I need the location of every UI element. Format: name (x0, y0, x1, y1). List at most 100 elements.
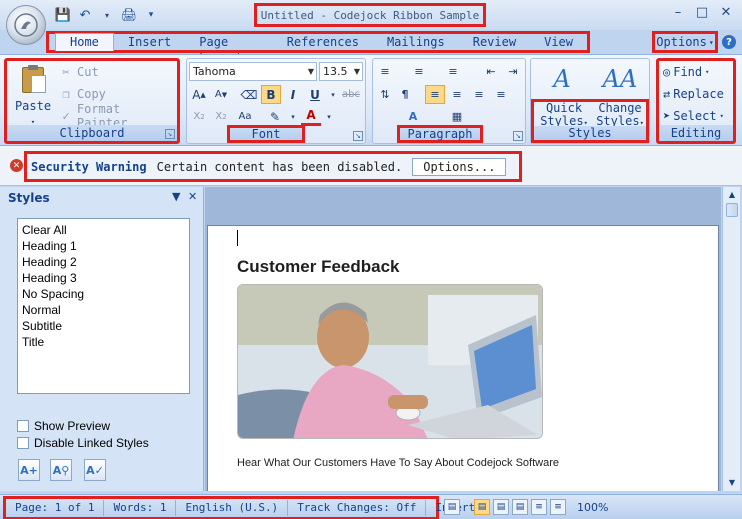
borders-icon[interactable]: ▦ (447, 107, 467, 126)
replace-button[interactable]: ⇄ Replace (663, 85, 724, 103)
language-status[interactable]: English (U.S.) (176, 500, 289, 516)
help-icon[interactable]: ? (722, 35, 736, 49)
security-options-button[interactable]: Options... (412, 157, 507, 176)
dialog-launcher-icon[interactable]: ↘ (353, 131, 363, 141)
print-icon[interactable]: 🖨 (120, 6, 138, 24)
italic-button[interactable]: I (283, 85, 303, 104)
font-color-icon[interactable]: A (301, 107, 321, 126)
undo-icon[interactable]: ↶ (76, 6, 94, 24)
full-screen-reading-icon[interactable]: ▤ (493, 499, 509, 515)
font-group: Tahoma ▼ 13.5 ▼ A ▲ A ▼ ⌫ B I U ▾ abc X2 X… (186, 58, 366, 144)
maximize-icon[interactable]: □ (694, 4, 710, 20)
decrease-indent-icon[interactable]: ⇤ (481, 62, 501, 81)
macro-recorder-icon[interactable]: ▤ (444, 499, 460, 515)
application-button[interactable] (6, 5, 46, 45)
cut-button[interactable]: ✂ Cut (59, 63, 99, 81)
chevron-down-icon[interactable]: ▾ (319, 107, 339, 126)
word-count[interactable]: Words: 1 (104, 500, 177, 516)
align-right-icon[interactable]: ≡ (469, 85, 489, 104)
highlight-color-icon[interactable]: ✎ (265, 107, 285, 126)
superscript-button[interactable]: X2 (211, 107, 231, 126)
style-item-normal[interactable]: Normal (22, 302, 185, 318)
track-changes-status[interactable]: Track Changes: Off (288, 500, 427, 516)
copy-label: Copy (77, 87, 106, 101)
zoom-level[interactable]: 100% (577, 501, 608, 514)
tab-page-layout[interactable]: Page Layout (185, 34, 272, 65)
customize-qat-icon[interactable]: ▾ (142, 6, 160, 24)
sort-icon[interactable]: ⇅ (375, 85, 395, 104)
format-painter-button[interactable]: ✓ Format Painter (59, 102, 177, 130)
align-center-icon[interactable]: ≡ (447, 85, 467, 104)
manage-styles-icon[interactable]: A✓ (84, 459, 106, 481)
font-family-combo[interactable]: Tahoma ▼ (189, 62, 317, 81)
chevron-down-icon[interactable]: ▾ (283, 107, 303, 126)
scroll-down-icon[interactable]: ▼ (725, 476, 739, 490)
select-button[interactable]: ➤ Select ▾ (663, 107, 724, 125)
cut-label: Cut (77, 65, 99, 79)
style-item-subtitle[interactable]: Subtitle (22, 318, 185, 334)
justify-icon[interactable]: ≡ (491, 85, 511, 104)
style-item-heading-1[interactable]: Heading 1 (22, 238, 185, 254)
style-item-title[interactable]: Title (22, 334, 185, 350)
scroll-up-icon[interactable]: ▲ (725, 188, 739, 202)
increase-indent-icon[interactable]: ⇥ (503, 62, 523, 81)
disable-linked-styles-checkbox[interactable] (17, 437, 29, 449)
subscript-button[interactable]: X2 (189, 107, 209, 126)
grow-font-icon[interactable]: A ▲ (189, 85, 209, 104)
show-marks-icon[interactable]: ¶ (395, 85, 415, 104)
draft-view-icon[interactable]: ≡ (550, 499, 566, 515)
dropdown-arrow-icon[interactable]: ▾ (98, 6, 116, 24)
style-item-no-spacing[interactable]: No Spacing (22, 286, 185, 302)
minimize-icon[interactable]: – (670, 4, 686, 20)
tab-review[interactable]: Review (459, 34, 530, 50)
chevron-down-icon[interactable]: ▾ (323, 85, 343, 104)
pane-menu-icon[interactable]: ▼ (172, 190, 180, 203)
security-warning-box: Security Warning Certain content has bee… (24, 151, 522, 182)
line-spacing-icon[interactable]: A (403, 107, 423, 126)
paste-button[interactable]: Paste ▾ (13, 65, 53, 127)
clear-formatting-icon[interactable]: ⌫ (239, 85, 259, 104)
strikethrough-button[interactable]: abc (341, 85, 361, 104)
font-size-combo[interactable]: 13.5 ▼ (319, 62, 363, 81)
window-controls: – □ ✕ (670, 4, 734, 20)
tab-references[interactable]: References (273, 34, 373, 50)
status-bar-items: Page: 1 of 1 Words: 1 English (U.S.) Tra… (3, 496, 475, 519)
align-left-icon[interactable]: ≡ (425, 85, 445, 104)
print-layout-view-icon[interactable]: ▤ (474, 499, 490, 515)
change-styles-button[interactable]: AA (593, 65, 647, 93)
scroll-thumb[interactable] (726, 203, 738, 217)
tab-insert[interactable]: Insert (114, 34, 185, 50)
style-item-clear-all[interactable]: Clear All (22, 222, 185, 238)
change-case-icon[interactable]: Aa (235, 107, 255, 126)
web-layout-icon[interactable]: ▤ (512, 499, 528, 515)
tab-mailings[interactable]: Mailings (373, 34, 459, 50)
style-item-heading-2[interactable]: Heading 2 (22, 254, 185, 270)
save-icon[interactable]: 💾 (54, 6, 72, 24)
new-style-icon[interactable]: A+ (18, 459, 40, 481)
shrink-font-icon[interactable]: A ▼ (211, 85, 231, 104)
outline-view-icon[interactable]: ≡ (531, 499, 547, 515)
show-preview-label: Show Preview (34, 419, 111, 433)
bold-button[interactable]: B (261, 85, 281, 104)
style-item-heading-3[interactable]: Heading 3 (22, 270, 185, 286)
close-pane-icon[interactable]: ✕ (188, 190, 197, 203)
bullets-icon[interactable]: ≡ (375, 62, 395, 81)
style-inspector-icon[interactable]: A⚲ (50, 459, 72, 481)
quick-styles-button[interactable]: A (535, 65, 589, 93)
multilevel-list-icon[interactable]: ≡ (443, 62, 463, 81)
copy-button[interactable]: ❐ Copy (59, 85, 106, 103)
numbering-icon[interactable]: ≡ (409, 62, 429, 81)
options-menu-button[interactable]: Options ▾ (652, 31, 718, 53)
tab-view[interactable]: View (530, 34, 587, 50)
change-styles-label-line1: Change (598, 101, 642, 115)
close-icon[interactable]: ✕ (718, 4, 734, 20)
vertical-scrollbar[interactable]: ▲ ▼ (722, 187, 740, 491)
show-preview-checkbox[interactable] (17, 420, 29, 432)
underline-button[interactable]: U (305, 85, 325, 104)
document-page[interactable]: Customer Feedback Hear What Our Customer… (207, 225, 719, 491)
dialog-launcher-icon[interactable]: ↘ (513, 131, 523, 141)
page-count[interactable]: Page: 1 of 1 (6, 500, 105, 516)
tab-home[interactable]: Home (55, 33, 114, 51)
dialog-launcher-icon[interactable]: ↘ (165, 129, 175, 139)
find-button[interactable]: ◎ Find ▾ (663, 63, 709, 81)
